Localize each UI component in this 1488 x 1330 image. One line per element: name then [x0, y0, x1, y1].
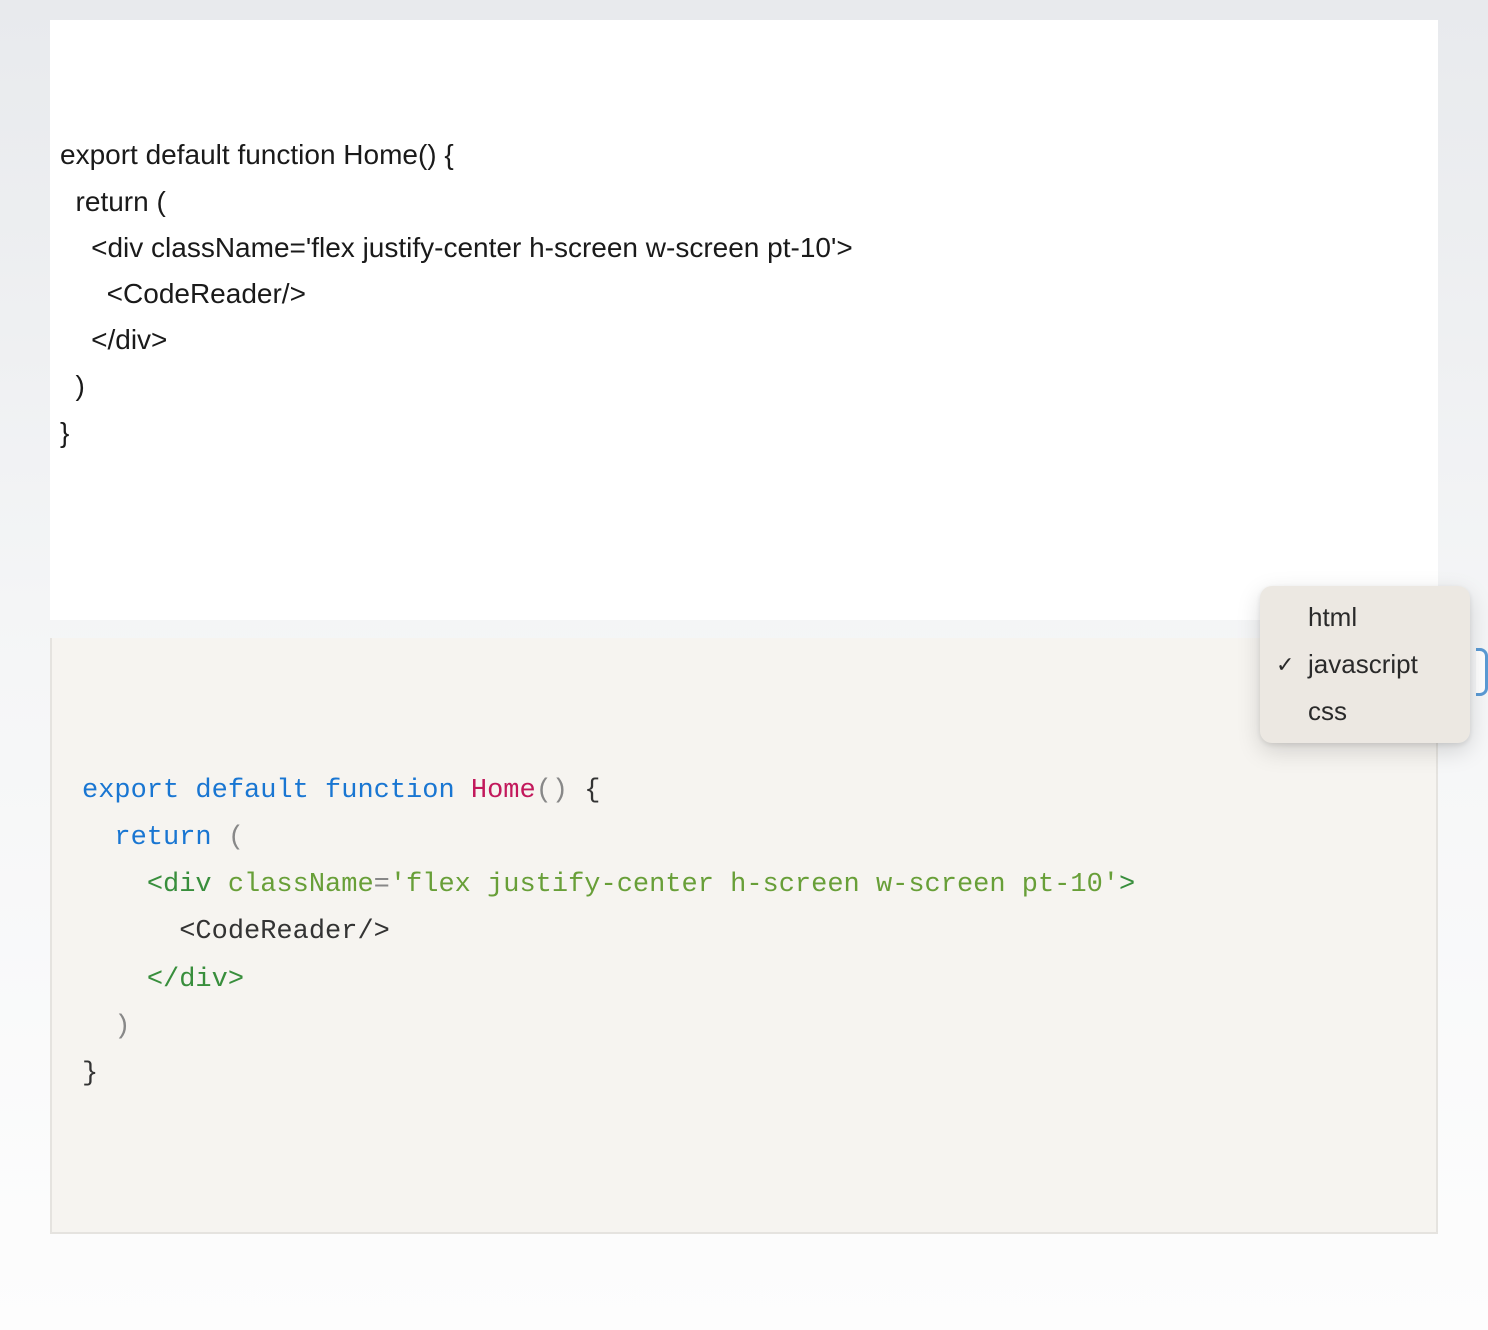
code-token: div: [179, 965, 228, 995]
code-token: [309, 776, 325, 806]
code-preview: export default function Home() { return …: [50, 638, 1438, 1234]
code-token: ): [114, 1012, 130, 1042]
code-token: [82, 870, 147, 900]
code-token: =: [374, 870, 390, 900]
code-token: (: [228, 823, 244, 853]
code-token: default: [195, 776, 308, 806]
code-token: [82, 917, 179, 947]
dropdown-option-label: html: [1308, 602, 1357, 632]
dropdown-option-html[interactable]: html: [1260, 594, 1470, 641]
language-dropdown[interactable]: html ✓ javascript css: [1260, 586, 1470, 743]
code-token: >: [228, 965, 244, 995]
code-token: }: [82, 1059, 98, 1089]
panel-divider: [50, 620, 1438, 638]
code-token: [179, 776, 195, 806]
code-editor[interactable]: export default function Home() { return …: [50, 20, 1438, 620]
code-token: export: [82, 776, 179, 806]
code-token: <div: [147, 870, 212, 900]
preview-content: export default function Home() { return …: [82, 768, 1406, 1099]
code-token: [212, 870, 228, 900]
code-token: <CodeReader/>: [179, 917, 390, 947]
language-select-edge[interactable]: [1476, 648, 1488, 696]
dropdown-option-label: css: [1308, 696, 1347, 726]
code-token: [82, 965, 147, 995]
dropdown-option-label: javascript: [1308, 649, 1418, 679]
code-token: className: [228, 870, 374, 900]
editor-content[interactable]: export default function Home() { return …: [60, 132, 1428, 455]
code-token: (): [536, 776, 568, 806]
code-token: </: [147, 965, 179, 995]
dropdown-option-javascript[interactable]: ✓ javascript: [1260, 641, 1470, 688]
dropdown-option-css[interactable]: css: [1260, 688, 1470, 735]
code-token: {: [584, 776, 600, 806]
code-token: >: [1119, 870, 1135, 900]
code-token: return: [114, 823, 211, 853]
code-token: [212, 823, 228, 853]
code-token: [455, 776, 471, 806]
code-token: [82, 823, 114, 853]
code-token: 'flex justify-center h-screen w-screen p…: [390, 870, 1119, 900]
code-token: function: [325, 776, 455, 806]
code-token: Home: [471, 776, 536, 806]
code-token: [568, 776, 584, 806]
check-icon: ✓: [1276, 652, 1294, 678]
code-token: [82, 1012, 114, 1042]
